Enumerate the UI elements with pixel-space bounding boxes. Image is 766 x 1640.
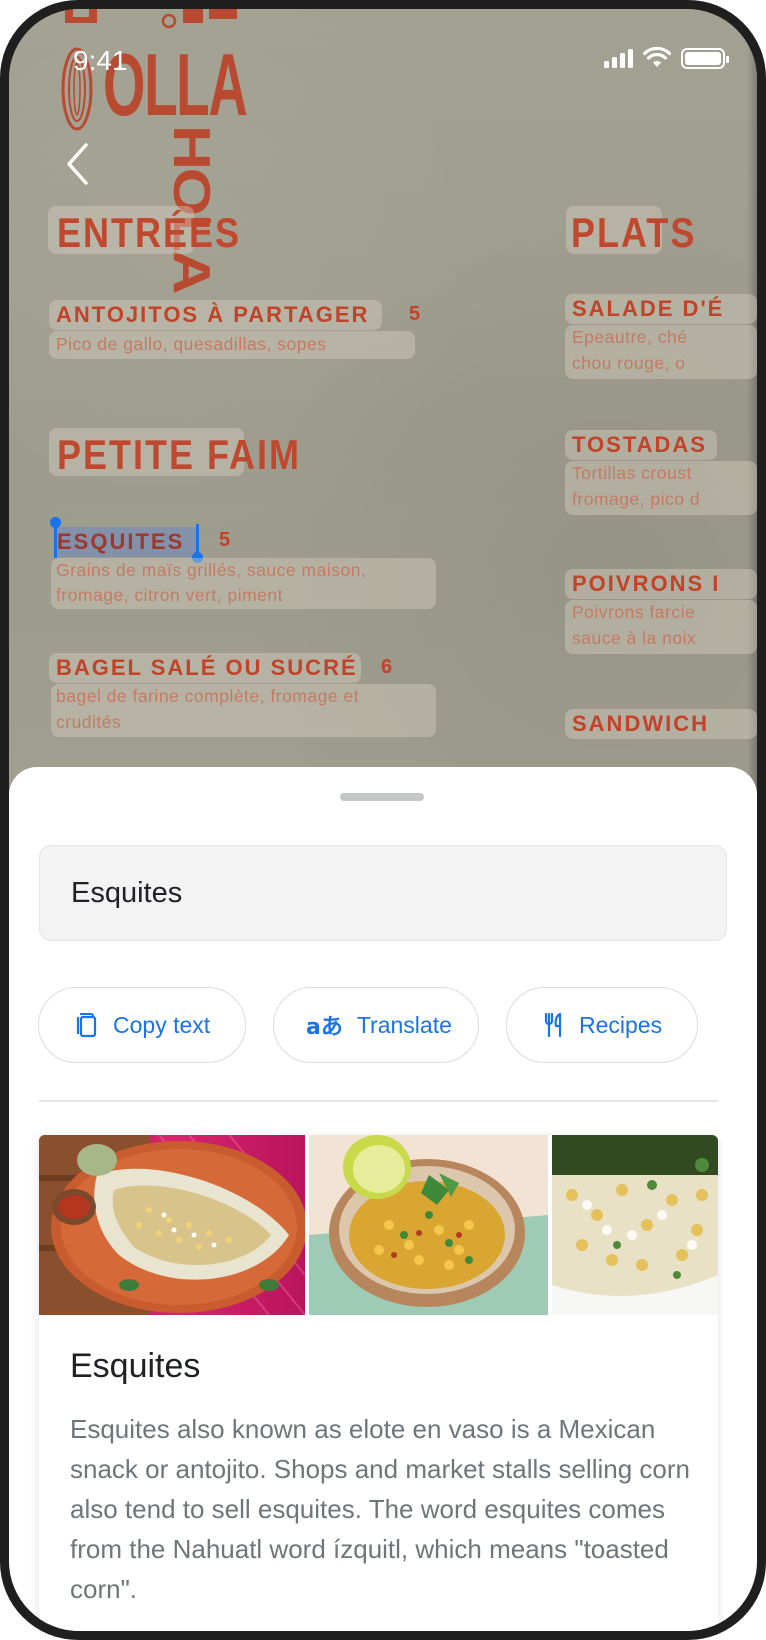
dish-description: crudités [56, 712, 122, 732]
wifi-icon [643, 47, 671, 67]
section-title-entrees: ENTRÉES [57, 209, 242, 257]
drag-handle[interactable] [340, 793, 424, 801]
esquites-closeup-image[interactable] [552, 1135, 718, 1315]
dish-description: bagel de farine complète, fromage et [56, 686, 360, 706]
dish-description: fromage, citron vert, piment [56, 585, 283, 605]
copy-text-button[interactable]: Copy text [38, 987, 246, 1063]
status-icons [604, 47, 729, 69]
image-carousel[interactable] [39, 1135, 718, 1315]
translate-icon: aあ [306, 1015, 343, 1040]
phone-frame: OLLA HOLA 9:41 ENTRÉES PLATS PETITE FAIM… [0, 0, 766, 1640]
dish-price: 5 [219, 529, 231, 551]
dish-title: ANTOJITOS À PARTAGER [56, 302, 370, 327]
copy-text-label: Copy text [113, 1011, 211, 1038]
dish-price: 6 [381, 656, 393, 678]
esquites-plate-image[interactable] [39, 1135, 305, 1315]
translate-label: Translate [356, 1011, 452, 1038]
chevron-left-icon [67, 143, 88, 185]
selected-dish-title[interactable]: ESQUITES [57, 529, 184, 555]
back-button[interactable] [59, 139, 99, 189]
selected-text-value: Esquites [71, 876, 183, 909]
recipes-label: Recipes [579, 1011, 663, 1038]
card-description: Esquites also known as elote en vaso is … [70, 1414, 690, 1604]
action-chips: Copy text aあ Translate Recipes [38, 987, 738, 1063]
cutlery-icon [543, 1012, 565, 1038]
translate-button[interactable]: aあ Translate [273, 987, 479, 1063]
esquites-bowl-image[interactable] [309, 1135, 548, 1315]
dish-description: Tortillas croust [572, 463, 692, 483]
dish-description: fromage, pico d [572, 489, 701, 509]
battery-icon [681, 47, 729, 69]
knowledge-card[interactable]: Esquites Esquites also known as elote en… [39, 1135, 718, 1631]
dish-description: Poivrons farcie [572, 602, 696, 622]
divider [39, 1100, 718, 1102]
dish-description: chou rouge, o [572, 353, 686, 373]
cellular-signal-icon [604, 48, 633, 68]
section-title-plats: PLATS [571, 209, 697, 257]
results-bottom-sheet: Esquites Copy text aあ Translate Recipes … [9, 767, 757, 1631]
section-title-petite-faim: PETITE FAIM [57, 431, 302, 479]
screen: OLLA HOLA 9:41 ENTRÉES PLATS PETITE FAIM… [9, 9, 757, 1631]
recipes-button[interactable]: Recipes [506, 987, 698, 1063]
dish-title: TOSTADAS [572, 432, 707, 457]
dish-price: 5 [409, 303, 421, 325]
dish-description: Grains de maïs grillés, sauce maison, [56, 560, 367, 580]
card-title: Esquites [70, 1347, 201, 1385]
dish-description: Pico de gallo, quesadillas, sopes [56, 334, 327, 354]
dish-description: sauce à la noix [572, 628, 697, 648]
status-time: 9:41 [73, 45, 128, 76]
copy-icon [75, 1012, 99, 1038]
dish-title: POIVRONS I [572, 571, 721, 596]
dish-title: BAGEL SALÉ OU SUCRÉ [56, 655, 358, 680]
dish-description: Epeautre, ché [572, 327, 688, 347]
selected-text-field[interactable]: Esquites [39, 845, 727, 941]
selection-start-handle[interactable] [54, 524, 57, 558]
dish-title: SALADE D'É [572, 296, 725, 321]
dish-title: SANDWICH [572, 711, 709, 736]
